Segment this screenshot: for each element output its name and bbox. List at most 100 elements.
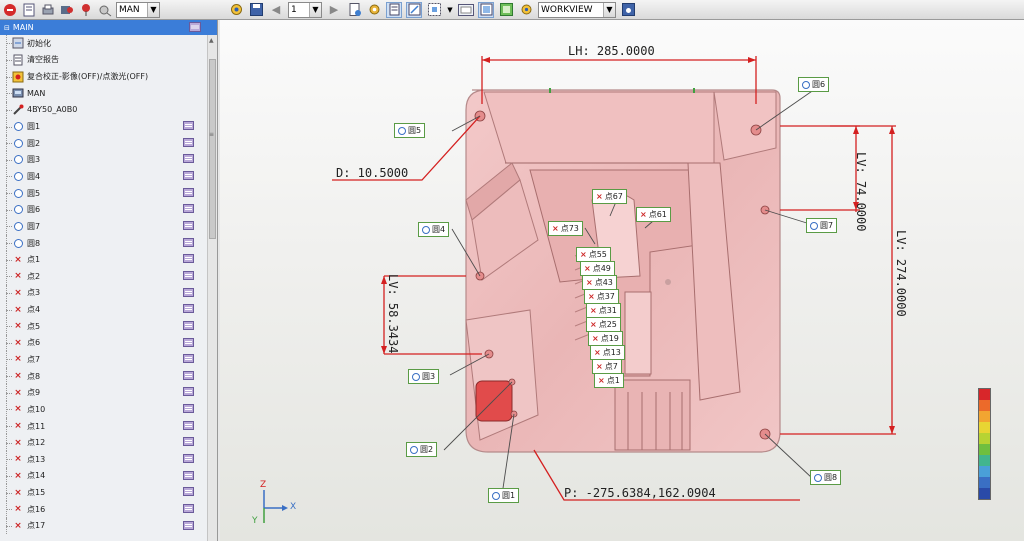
properties-icon[interactable] (183, 121, 194, 132)
callout-point-25[interactable]: × 点25 (586, 317, 621, 332)
report-icon[interactable] (21, 2, 37, 18)
previous-page-icon[interactable]: ◀ (268, 2, 284, 18)
lv-274-dimension[interactable]: LV: 274.0000 (894, 230, 908, 317)
lv-58-dimension[interactable]: LV: 58.3434 (386, 274, 400, 353)
header-properties-icon[interactable] (189, 22, 201, 34)
properties-icon[interactable] (183, 270, 194, 282)
lh-dimension[interactable]: LH: 285.0000 (568, 44, 655, 58)
callout-circle-6[interactable]: 圆6 (798, 77, 830, 92)
dropdown-arrow-icon[interactable]: ▼ (446, 2, 454, 18)
properties-icon[interactable] (183, 454, 194, 465)
properties-icon[interactable] (183, 171, 194, 182)
callout-circle-5[interactable]: 圆5 (394, 123, 426, 138)
layers-icon[interactable] (498, 2, 514, 18)
tree-row[interactable]: 圆5 (0, 184, 208, 202)
callout-point-37[interactable]: × 点37 (584, 289, 619, 304)
properties-icon[interactable] (183, 237, 194, 249)
callout-point-1[interactable]: × 点1 (594, 373, 624, 388)
tree-row[interactable]: 圆4 (0, 168, 208, 185)
tree-row[interactable]: 圆3 (0, 151, 208, 168)
print-icon[interactable] (40, 2, 56, 18)
callout-point-61[interactable]: × 点61 (636, 207, 671, 222)
properties-icon[interactable] (183, 387, 194, 398)
save-view-icon[interactable] (620, 2, 636, 18)
tree-row[interactable]: × 点8 (0, 367, 208, 385)
tree-row[interactable]: × 点9 (0, 384, 208, 401)
callout-point-55[interactable]: × 点55 (576, 247, 611, 262)
tree-row[interactable]: 初始化 (0, 35, 208, 52)
properties-icon[interactable] (183, 503, 194, 515)
properties-icon[interactable] (183, 470, 194, 482)
tree-scrollbar[interactable]: ▲ ≡ (207, 35, 217, 541)
cad-viewport[interactable]: Z X Y LH: 285.0000 D: 10.5000 LV: 74.000… (220, 20, 1024, 541)
callout-circle-7[interactable]: 圆7 (806, 218, 838, 233)
tree-row[interactable]: 圆7 (0, 218, 208, 235)
tree-row[interactable]: × 点16 (0, 500, 208, 518)
tree-row[interactable]: × 点4 (0, 301, 208, 318)
properties-icon[interactable] (183, 354, 194, 365)
tree-row[interactable]: 4BY50_A0B0 (0, 101, 208, 119)
tree-row[interactable]: 复合校正-影像(OFF)/点激光(OFF) (0, 68, 208, 85)
home-view-icon[interactable] (228, 2, 244, 18)
properties-icon[interactable] (183, 304, 194, 315)
callout-point-19[interactable]: × 点19 (588, 331, 623, 346)
lv-74-dimension[interactable]: LV: 74.0000 (854, 152, 868, 231)
properties-icon[interactable] (183, 437, 194, 448)
callout-circle-8[interactable]: 圆8 (810, 470, 842, 485)
callout-point-67[interactable]: × 点67 (592, 189, 627, 204)
properties-icon[interactable] (183, 337, 194, 349)
properties-icon[interactable] (183, 187, 194, 199)
callout-circle-1[interactable]: 圆1 (488, 488, 520, 503)
properties-icon[interactable] (183, 487, 194, 498)
scroll-up-icon[interactable]: ▲ (209, 37, 214, 44)
callout-point-31[interactable]: × 点31 (586, 303, 621, 318)
tree-row[interactable]: × 点5 (0, 317, 208, 335)
cad-view-icon[interactable] (406, 1, 422, 18)
callout-point-43[interactable]: × 点43 (582, 275, 617, 290)
view-select[interactable]: MAN ▼ (116, 1, 160, 18)
properties-icon[interactable] (183, 221, 194, 232)
next-page-icon[interactable]: ▶ (326, 2, 342, 18)
report-view-icon[interactable] (386, 1, 402, 18)
callout-circle-4[interactable]: 圆4 (418, 222, 450, 237)
document-icon[interactable] (346, 2, 362, 18)
callout-circle-3[interactable]: 圆3 (408, 369, 440, 384)
tree-row[interactable]: × 点10 (0, 401, 208, 418)
tree-row[interactable]: 圆2 (0, 134, 208, 152)
chevron-down-icon[interactable]: ▼ (147, 2, 159, 17)
properties-icon[interactable] (183, 204, 194, 215)
properties-icon[interactable] (183, 520, 194, 532)
view-settings-icon[interactable] (518, 2, 534, 18)
tree-row[interactable]: × 点1 (0, 251, 208, 268)
properties-icon[interactable] (183, 370, 194, 382)
tree-row[interactable]: 圆8 (0, 234, 208, 252)
properties-icon[interactable] (183, 320, 194, 332)
record-icon[interactable] (59, 2, 75, 18)
chevron-down-icon[interactable]: ▼ (309, 2, 321, 17)
tree-row[interactable]: × 点14 (0, 467, 208, 485)
callout-point-73[interactable]: × 点73 (548, 221, 583, 236)
callout-circle-2[interactable]: 圆2 (406, 442, 438, 457)
tree-row[interactable]: × 点12 (0, 434, 208, 451)
scroll-thumb[interactable] (209, 59, 216, 239)
tree-row[interactable]: × 点13 (0, 451, 208, 468)
on-toggle-icon[interactable] (478, 1, 494, 18)
pin-icon[interactable] (78, 2, 94, 18)
tree-row[interactable]: × 点17 (0, 517, 208, 535)
callout-point-7[interactable]: × 点7 (592, 359, 622, 374)
save-icon[interactable] (248, 2, 264, 18)
grid-toggle-icon[interactable] (426, 2, 442, 18)
tree-row[interactable]: 圆1 (0, 118, 208, 135)
tree-header[interactable]: ⊟ MAIN (0, 20, 217, 35)
tree-row[interactable]: × 点6 (0, 334, 208, 352)
properties-icon[interactable] (183, 137, 194, 149)
settings-icon[interactable] (366, 2, 382, 18)
d-dimension[interactable]: D: 10.5000 (336, 166, 408, 180)
properties-icon[interactable] (183, 287, 194, 299)
p-dimension[interactable]: P: -275.6384,162.0904 (564, 486, 716, 500)
off-toggle-icon[interactable] (458, 2, 474, 18)
properties-icon[interactable] (183, 420, 194, 432)
tree-row[interactable]: × 点2 (0, 267, 208, 285)
tree-row[interactable]: 清空报告 (0, 51, 208, 69)
callout-point-49[interactable]: × 点49 (580, 261, 615, 276)
